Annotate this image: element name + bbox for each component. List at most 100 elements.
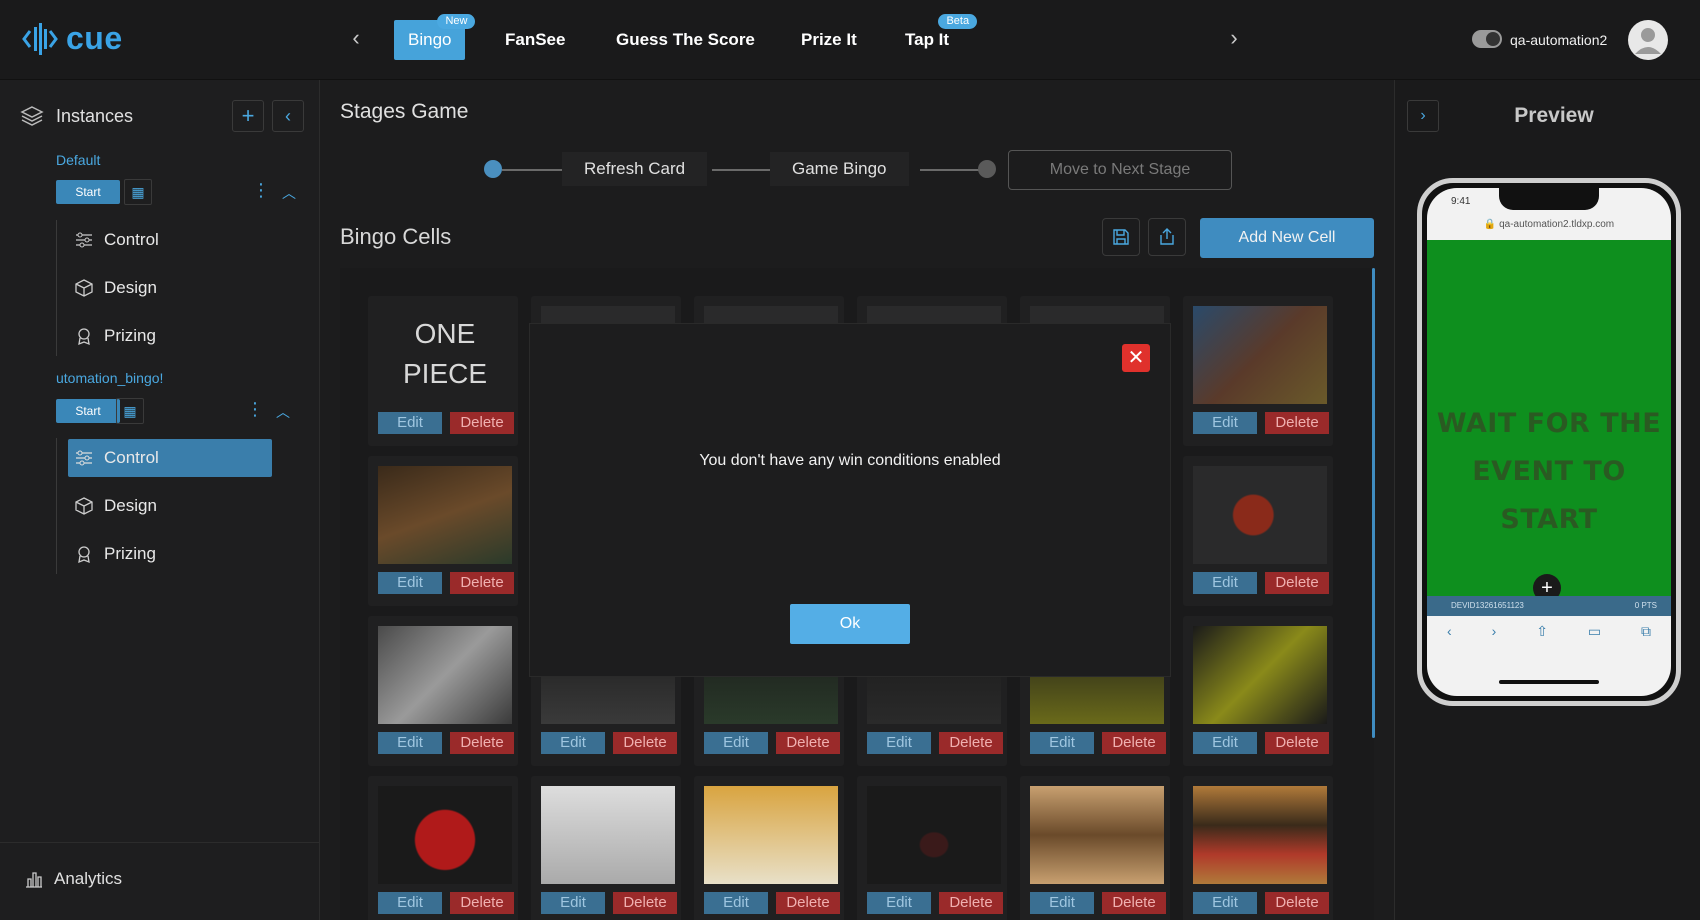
sidebar-item-prizing[interactable]: Prizing — [68, 535, 272, 573]
sidebar-item-label: Design — [104, 278, 157, 297]
qr-code-icon[interactable]: ▦ — [116, 398, 144, 424]
tab-bingo[interactable]: Bingo New — [394, 14, 476, 60]
delete-button[interactable]: Delete — [450, 412, 514, 434]
sidebar-item-design[interactable]: Design — [68, 269, 272, 307]
collapse-sidebar-button[interactable]: ‹ — [272, 100, 304, 132]
sidebar-item-label: Design — [104, 496, 157, 515]
cell-image — [1193, 626, 1327, 724]
analytics-link[interactable]: Analytics — [24, 869, 122, 889]
bingo-cell: Edit Delete — [531, 776, 681, 920]
theme-toggle[interactable] — [1472, 30, 1502, 48]
analytics-label: Analytics — [54, 869, 123, 888]
edit-button[interactable]: Edit — [541, 732, 605, 754]
stage-step-refresh-card[interactable]: Refresh Card — [562, 152, 708, 186]
wait-line: WAIT FOR THE — [1436, 408, 1662, 439]
grid-scrollbar[interactable] — [1372, 268, 1375, 738]
tabs-prev-chevron-icon[interactable]: ‹ — [344, 26, 368, 50]
chevron-up-icon[interactable]: ︿ — [276, 402, 290, 422]
forward-chevron-icon: › — [1491, 623, 1497, 639]
tab-prize-it[interactable]: Prize It — [801, 20, 857, 60]
edit-button[interactable]: Edit — [867, 732, 931, 754]
edit-button[interactable]: Edit — [1030, 732, 1094, 754]
delete-button[interactable]: Delete — [1265, 732, 1329, 754]
instance-name[interactable]: utomation_bingo! — [56, 370, 163, 386]
export-button[interactable] — [1148, 218, 1186, 256]
more-options-icon[interactable]: ⋮ — [252, 180, 270, 201]
logo[interactable]: cue — [22, 20, 123, 57]
save-template-button[interactable] — [1102, 218, 1140, 256]
stage-connector — [502, 169, 562, 171]
tab-fansee[interactable]: FanSee — [505, 20, 565, 60]
layers-icon — [20, 106, 44, 126]
wait-line: EVENT TO START — [1472, 456, 1626, 535]
edit-button[interactable]: Edit — [378, 572, 442, 594]
logo-text: cue — [66, 20, 123, 56]
stage-step-game-bingo[interactable]: Game Bingo — [770, 152, 909, 186]
avatar[interactable] — [1628, 20, 1668, 60]
cell-image — [867, 786, 1001, 884]
sidebar-item-control[interactable]: Control — [68, 221, 272, 259]
sidebar-item-prizing[interactable]: Prizing — [68, 317, 272, 355]
chevron-up-icon[interactable]: ︿ — [282, 183, 296, 203]
edit-button[interactable]: Edit — [1193, 572, 1257, 594]
edit-button[interactable]: Edit — [1193, 412, 1257, 434]
edit-button[interactable]: Edit — [1030, 892, 1094, 914]
delete-button[interactable]: Delete — [939, 892, 1003, 914]
delete-button[interactable]: Delete — [450, 572, 514, 594]
sidebar-item-control[interactable]: Control — [68, 439, 272, 477]
share-icon — [1160, 228, 1174, 245]
tree-line — [56, 220, 57, 356]
edit-button[interactable]: Edit — [378, 892, 442, 914]
sidebar-item-label: Control — [104, 230, 159, 249]
tabs-next-chevron-icon[interactable]: › — [1222, 26, 1246, 50]
bar-chart-icon — [26, 872, 42, 888]
add-instance-button[interactable]: + — [232, 100, 264, 132]
qr-code-icon[interactable]: ▦ — [124, 179, 152, 205]
start-button[interactable]: Start — [56, 399, 120, 423]
edit-button[interactable]: Edit — [541, 892, 605, 914]
delete-button[interactable]: Delete — [613, 892, 677, 914]
ok-button[interactable]: Ok — [790, 604, 910, 644]
move-to-next-stage-button[interactable]: Move to Next Stage — [1008, 150, 1232, 190]
sliders-icon — [76, 450, 92, 466]
edit-button[interactable]: Edit — [704, 732, 768, 754]
tab-tap-it[interactable]: Tap It Beta — [905, 14, 978, 60]
edit-button[interactable]: Edit — [867, 892, 931, 914]
delete-button[interactable]: Delete — [450, 892, 514, 914]
sidebar-item-label: Prizing — [104, 544, 156, 563]
edit-button[interactable]: Edit — [378, 412, 442, 434]
bingo-cell: Edit Delete — [1183, 296, 1333, 446]
start-button[interactable]: Start — [56, 180, 120, 204]
edit-button[interactable]: Edit — [1193, 732, 1257, 754]
instance-name[interactable]: Default — [56, 152, 100, 168]
sidebar-item-design[interactable]: Design — [68, 487, 272, 525]
close-icon[interactable]: ✕ — [1122, 344, 1150, 372]
delete-button[interactable]: Delete — [1102, 732, 1166, 754]
tab-guess-the-score[interactable]: Guess The Score — [616, 20, 755, 60]
add-new-cell-button[interactable]: Add New Cell — [1200, 218, 1374, 258]
tree-line — [56, 438, 57, 574]
delete-button[interactable]: Delete — [1265, 892, 1329, 914]
cell-image — [1193, 786, 1327, 884]
edit-button[interactable]: Edit — [1193, 892, 1257, 914]
phone-url-bar: 🔒 qa-automation2.tldxp.com — [1483, 219, 1615, 230]
cell-image — [378, 786, 512, 884]
delete-button[interactable]: Delete — [1102, 892, 1166, 914]
delete-button[interactable]: Delete — [939, 732, 1003, 754]
delete-button[interactable]: Delete — [776, 892, 840, 914]
delete-button[interactable]: Delete — [450, 732, 514, 754]
more-options-icon[interactable]: ⋮ — [246, 399, 264, 420]
back-chevron-icon: ‹ — [1446, 623, 1452, 639]
phone-mockup: 9:41 🔒 qa-automation2.tldxp.com WAIT FOR… — [1417, 178, 1681, 706]
bingo-cell: Edit Delete — [368, 616, 518, 766]
book-icon: ▭ — [1587, 622, 1602, 639]
delete-button[interactable]: Delete — [613, 732, 677, 754]
delete-button[interactable]: Delete — [1265, 572, 1329, 594]
delete-button[interactable]: Delete — [1265, 412, 1329, 434]
section-title: Bingo Cells — [340, 224, 452, 249]
edit-button[interactable]: Edit — [704, 892, 768, 914]
edit-button[interactable]: Edit — [378, 732, 442, 754]
delete-button[interactable]: Delete — [776, 732, 840, 754]
top-bar: cue ‹ Bingo New FanSee Guess The Score P… — [0, 0, 1700, 80]
bingo-cell: Edit Delete — [368, 776, 518, 920]
